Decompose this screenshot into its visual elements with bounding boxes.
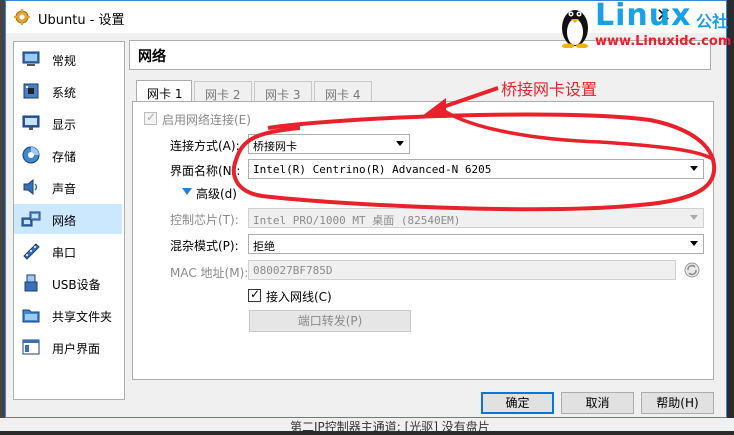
sidebar-item-usb[interactable]: USB设备 xyxy=(14,268,122,298)
network-icon xyxy=(21,211,41,227)
tab-adapter-4[interactable]: 网卡 4 xyxy=(314,81,372,102)
adapter-name-label: 界面名称(N): xyxy=(170,164,241,178)
attached-to-select[interactable]: 桥接网卡 xyxy=(248,134,410,154)
sidebar-item-label: 显示 xyxy=(52,118,77,132)
help-button[interactable]: 帮助(H) xyxy=(641,392,714,414)
enable-adapter-label: 启用网络连接(E) xyxy=(162,113,251,127)
tab-adapter-1[interactable]: 网卡 1 xyxy=(136,80,192,102)
sidebar-item-shared-folders[interactable]: 共享文件夹 xyxy=(14,300,122,330)
audio-icon xyxy=(23,178,38,196)
watermark-brand-cn: 公社 xyxy=(696,12,729,31)
sidebar-item-label: USB设备 xyxy=(52,278,101,292)
general-icon xyxy=(22,51,40,66)
annotation-label: 桥接网卡设置 xyxy=(501,80,598,99)
attached-to-value: 桥接网卡 xyxy=(253,140,297,153)
cable-connected-checkbox[interactable]: ✓ xyxy=(248,287,261,302)
advanced-toggle[interactable]: 高级(d) xyxy=(196,185,237,202)
chevron-down-icon xyxy=(690,166,698,171)
settings-sidebar: 常规 系统 显示 存储 声音 网络 串口 USB设备 共享文件夹 用户界面 xyxy=(13,41,125,400)
sidebar-item-system[interactable]: 系统 xyxy=(14,76,122,106)
window-title: Ubuntu - 设置 xyxy=(38,13,125,28)
sidebar-item-label: 共享文件夹 xyxy=(52,310,113,324)
sidebar-item-user-interface[interactable]: 用户界面 xyxy=(14,332,122,362)
sidebar-item-label: 系统 xyxy=(52,86,77,100)
mac-address-label: MAC 地址(M): xyxy=(170,266,249,280)
usb-icon xyxy=(24,274,38,292)
expand-triangle-icon[interactable] xyxy=(182,188,192,195)
attached-to-label: 连接方式(A): xyxy=(170,139,240,153)
penguin-logo-icon xyxy=(562,10,588,48)
sidebar-item-storage[interactable]: 存储 xyxy=(14,140,122,170)
tab-adapter-3[interactable]: 网卡 3 xyxy=(254,81,312,102)
adapter-name-select[interactable]: Intel(R) Centrino(R) Advanced-N 6205 xyxy=(248,159,704,179)
sidebar-item-serial-ports[interactable]: 串口 xyxy=(14,236,122,266)
sidebar-item-network[interactable]: 网络 xyxy=(14,204,122,234)
display-icon xyxy=(22,115,40,130)
storage-icon xyxy=(22,146,40,164)
background-storage-text: 第二IP控制器主通道: [光驱] 没有盘片 xyxy=(290,420,490,434)
mac-address-field[interactable]: 080027BF785D xyxy=(248,260,676,280)
adapter-type-label: 控制芯片(T): xyxy=(170,213,239,227)
mac-address-value: 080027BF785D xyxy=(253,264,333,277)
adapter-type-value: Intel PRO/1000 MT 桌面 (82540EM) xyxy=(253,214,461,227)
site-watermark: Linux 公社 www.Linuxidc.com xyxy=(555,0,734,52)
check-mark-icon: ✓ xyxy=(250,287,261,301)
watermark-url: www.Linuxidc.com xyxy=(595,34,732,49)
sidebar-item-label: 串口 xyxy=(52,246,77,260)
refresh-mac-icon[interactable] xyxy=(683,261,701,279)
cancel-button[interactable]: 取消 xyxy=(561,392,634,414)
shared-folder-icon xyxy=(22,309,40,323)
promiscuous-mode-value: 拒绝 xyxy=(253,240,275,253)
tab-label: 网卡 1 xyxy=(147,87,183,101)
sidebar-item-label: 网络 xyxy=(52,214,77,228)
page-title: 网络 xyxy=(138,49,166,65)
system-icon xyxy=(23,83,39,99)
user-interface-icon xyxy=(22,339,40,355)
chevron-down-icon xyxy=(396,141,404,146)
chevron-down-icon xyxy=(690,241,698,246)
sidebar-item-audio[interactable]: 声音 xyxy=(14,172,122,202)
promiscuous-mode-label: 混杂模式(P): xyxy=(170,239,239,253)
settings-gear-icon xyxy=(14,9,30,25)
chevron-down-icon xyxy=(690,215,698,220)
sidebar-item-label: 声音 xyxy=(52,182,77,196)
sidebar-item-label: 用户界面 xyxy=(52,342,101,356)
enable-adapter-checkbox[interactable]: ✓ xyxy=(144,110,157,125)
sidebar-item-display[interactable]: 显示 xyxy=(14,108,122,138)
sidebar-item-label: 存储 xyxy=(52,150,77,164)
promiscuous-mode-select[interactable]: 拒绝 xyxy=(248,234,704,254)
sidebar-item-general[interactable]: 常规 xyxy=(14,44,122,74)
port-forwarding-button[interactable]: 端口转发(P) xyxy=(249,310,411,332)
sidebar-item-label: 常规 xyxy=(52,54,77,68)
adapter-type-select[interactable]: Intel PRO/1000 MT 桌面 (82540EM) xyxy=(248,208,704,228)
check-mark-icon: ✓ xyxy=(146,110,157,124)
serial-port-icon xyxy=(23,243,40,260)
adapter-name-value: Intel(R) Centrino(R) Advanced-N 6205 xyxy=(253,163,492,176)
cable-connected-label: 接入网线(C) xyxy=(266,290,332,304)
watermark-brand: Linux xyxy=(595,0,692,33)
tab-adapter-2[interactable]: 网卡 2 xyxy=(194,81,252,102)
ok-button[interactable]: 确定 xyxy=(481,392,554,414)
